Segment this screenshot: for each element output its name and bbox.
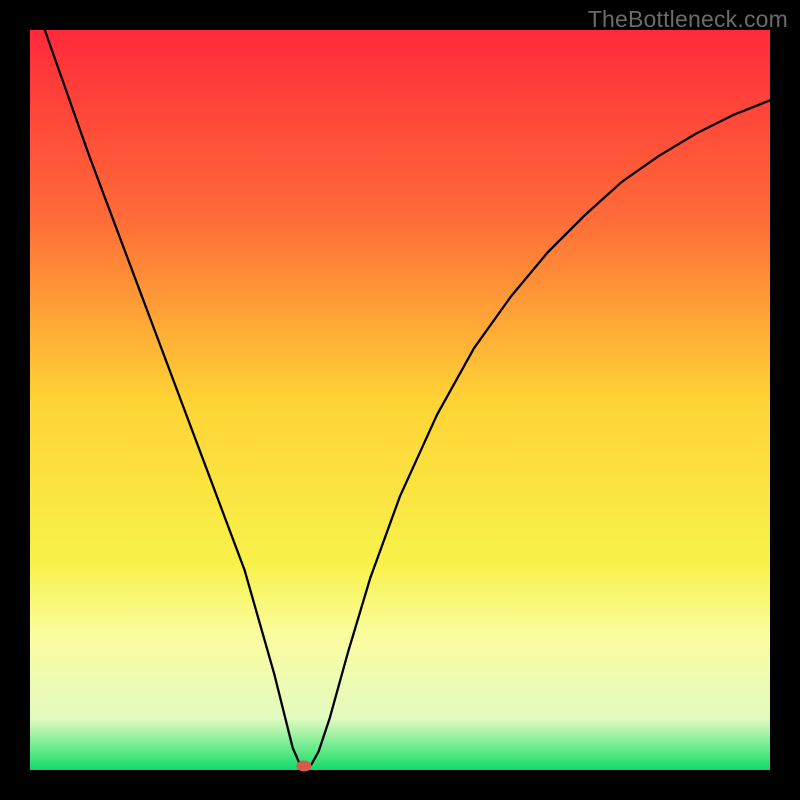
watermark-text: TheBottleneck.com: [588, 6, 788, 33]
background-gradient: [30, 30, 770, 770]
plot-area: [30, 30, 770, 770]
optimal-point-marker: [296, 761, 311, 772]
chart-frame: TheBottleneck.com: [0, 0, 800, 800]
